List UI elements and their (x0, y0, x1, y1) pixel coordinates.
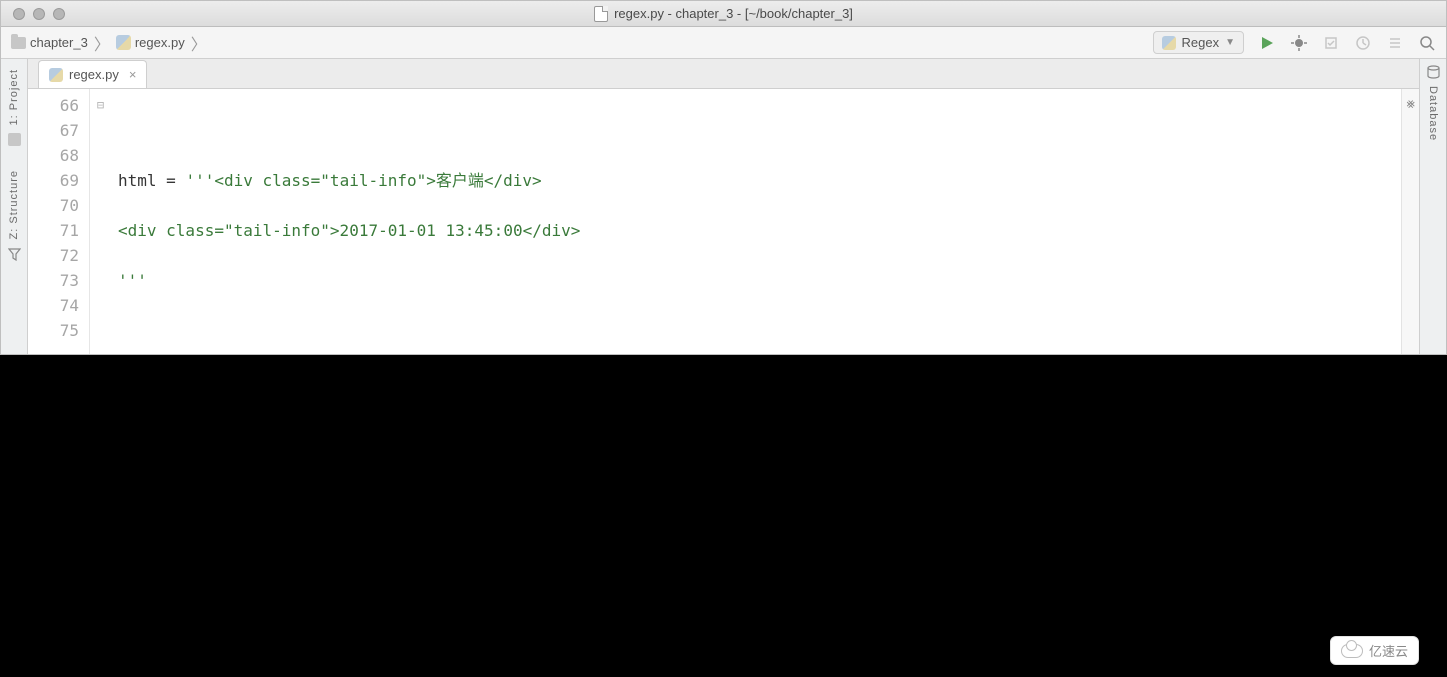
cloud-icon (1341, 644, 1363, 658)
breadcrumb-label: regex.py (135, 35, 185, 50)
code-line (118, 318, 1395, 343)
watermark-text: 亿速云 (1369, 641, 1408, 660)
minimize-window-button[interactable] (33, 8, 45, 20)
maximize-window-button[interactable] (53, 8, 65, 20)
python-file-icon (1162, 36, 1176, 50)
code-text[interactable]: html = '''<div class="tail-info">客户端</di… (112, 89, 1401, 354)
search-button[interactable] (1418, 34, 1436, 52)
project-tool-button[interactable]: 1: Project (8, 69, 20, 125)
fold-mark[interactable]: ⊟ (90, 93, 111, 118)
fold-gutter: ⊟ (90, 89, 112, 354)
breadcrumb-item-folder[interactable]: chapter_3 (11, 35, 88, 50)
line-number: 69 (28, 168, 79, 193)
breadcrumb-item-file[interactable]: regex.py (116, 35, 185, 50)
line-number-gutter: 66 67 68 69 70 71 72 73 74 75 (28, 89, 90, 354)
line-number: 66 (28, 93, 79, 118)
list-button[interactable] (1386, 34, 1404, 52)
navigation-bar: chapter_3 〉 regex.py 〉 Regex ▼ (1, 27, 1446, 59)
code-line (118, 118, 1395, 143)
funnel-icon[interactable] (8, 248, 21, 264)
toolbar-right: Regex ▼ (1153, 31, 1436, 54)
left-tool-gutter: 1: Project Z: Structure (1, 59, 28, 354)
window-title-text: regex.py - chapter_3 - [~/book/chapter_3… (614, 6, 853, 21)
profile-button[interactable] (1354, 34, 1372, 52)
editor-tab-regex[interactable]: regex.py × (38, 60, 147, 88)
breadcrumb: chapter_3 〉 regex.py 〉 (11, 31, 209, 55)
line-number: 72 (28, 243, 79, 268)
run-button[interactable] (1258, 34, 1276, 52)
folder-icon (11, 37, 26, 49)
close-window-button[interactable] (13, 8, 25, 20)
code-line: html = '''<div class="tail-info">客户端</di… (118, 168, 1395, 193)
window-title: regex.py - chapter_3 - [~/book/chapter_3… (1, 6, 1446, 22)
right-tool-gutter: Database (1419, 59, 1446, 354)
editor-column: regex.py × 66 67 68 69 70 71 72 73 74 75 (28, 59, 1419, 354)
python-file-icon (116, 35, 131, 50)
project-files-icon[interactable] (8, 133, 21, 146)
database-icon[interactable] (1426, 65, 1441, 80)
editor-tabbar: regex.py × (28, 59, 1419, 89)
ide-window: regex.py - chapter_3 - [~/book/chapter_3… (0, 0, 1447, 355)
python-file-icon (49, 68, 63, 82)
tab-label: regex.py (69, 67, 119, 82)
code-line: <div class="tail-info">2017-01-01 13:45:… (118, 218, 1395, 243)
line-number: 67 (28, 118, 79, 143)
breadcrumb-sep: 〉 (191, 31, 207, 55)
debug-button[interactable] (1290, 34, 1308, 52)
code-editor[interactable]: 66 67 68 69 70 71 72 73 74 75 ⊟ (28, 89, 1419, 354)
hide-editor-icon[interactable]: ⨳ (1406, 95, 1415, 112)
database-tool-button[interactable]: Database (1427, 86, 1439, 141)
coverage-button[interactable] (1322, 34, 1340, 52)
run-config-label: Regex (1182, 35, 1220, 50)
line-number: 73 (28, 268, 79, 293)
editor-scrollbar[interactable]: ⨳ (1401, 89, 1419, 354)
line-number: 70 (28, 193, 79, 218)
window-controls (1, 8, 65, 20)
structure-tool-button[interactable]: Z: Structure (8, 170, 20, 239)
editor-body: 1: Project Z: Structure regex.py × 66 67… (1, 59, 1446, 354)
line-number: 74 (28, 293, 79, 318)
line-number: 68 (28, 143, 79, 168)
code-line: ''' (118, 268, 1395, 293)
breadcrumb-sep: 〉 (94, 31, 110, 55)
chevron-down-icon: ▼ (1225, 37, 1235, 48)
close-tab-icon[interactable]: × (129, 67, 137, 82)
breadcrumb-label: chapter_3 (30, 35, 88, 50)
titlebar: regex.py - chapter_3 - [~/book/chapter_3… (1, 1, 1446, 27)
line-number: 75 (28, 318, 79, 343)
file-icon (594, 6, 608, 22)
run-config-selector[interactable]: Regex ▼ (1153, 31, 1244, 54)
watermark-badge: 亿速云 (1330, 636, 1419, 665)
line-number: 71 (28, 218, 79, 243)
